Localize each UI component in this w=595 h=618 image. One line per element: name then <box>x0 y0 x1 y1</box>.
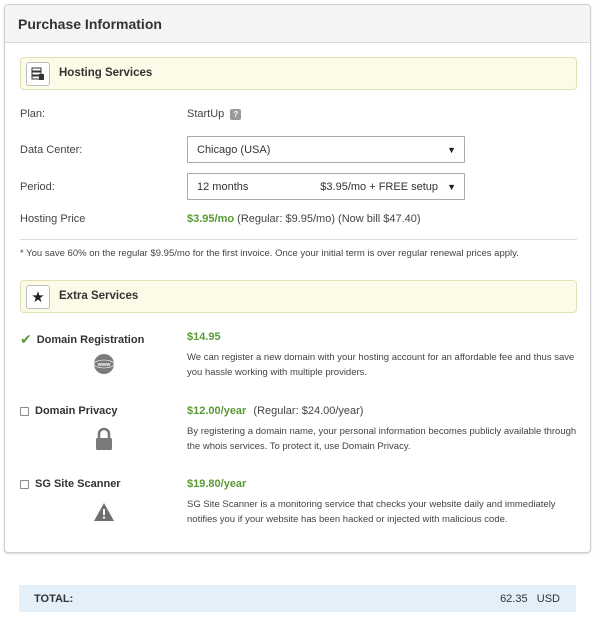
service-name: Domain Privacy <box>35 405 118 417</box>
extra-services-header: ★ Extra Services <box>20 280 577 313</box>
service-description: We can register a new domain with your h… <box>187 352 575 378</box>
period-price: $3.95/mo + FREE setup <box>320 181 438 193</box>
chevron-down-icon: ▼ <box>447 145 456 155</box>
chevron-down-icon: ▼ <box>447 182 456 192</box>
total-amount: 62.35 <box>500 593 528 605</box>
service-name: Domain Registration <box>36 333 145 346</box>
service-domain-registration: ✔ Domain Registration www $14.95 We can … <box>20 331 577 391</box>
service-price: $12.00/year <box>187 405 247 417</box>
checkmark-icon[interactable]: ✔ <box>20 331 32 348</box>
service-price-row: $12.00/year (Regular: $24.00/year) <box>187 405 363 417</box>
hosting-price-detail: (Regular: $9.95/mo) (Now bill $47.40) <box>237 213 421 225</box>
period-label: Period: <box>20 181 55 193</box>
help-icon[interactable]: ? <box>230 108 242 120</box>
data-center-value: Chicago (USA) <box>197 144 271 156</box>
savings-note: * You save 60% on the regular $9.95/mo f… <box>20 248 519 259</box>
divider <box>20 239 577 240</box>
plan-value-wrap: StartUp? <box>187 108 242 120</box>
purchase-information-card: Purchase Information Hosting Services Pl… <box>4 4 591 553</box>
service-name: SG Site Scanner <box>35 478 121 490</box>
data-center-label: Data Center: <box>20 144 83 156</box>
total-amount-wrap: 62.35 USD <box>500 593 560 605</box>
period-select[interactable]: 12 months $3.95/mo + FREE setup ▼ <box>187 173 465 200</box>
server-icon <box>26 62 50 86</box>
plan-label: Plan: <box>20 108 46 120</box>
plan-value: StartUp <box>187 108 225 120</box>
hosting-services-header: Hosting Services <box>20 57 577 90</box>
service-name-wrap[interactable]: Domain Privacy <box>20 405 118 417</box>
hosting-services-title: Hosting Services <box>59 67 153 79</box>
lock-icon <box>93 427 115 454</box>
warning-icon <box>93 502 115 525</box>
total-bar: TOTAL: 62.35 USD <box>19 585 576 612</box>
domain-privacy-checkbox[interactable] <box>20 406 29 416</box>
extra-services-title: Extra Services <box>59 290 139 302</box>
hosting-price-row: $3.95/mo (Regular: $9.95/mo) (Now bill $… <box>187 213 421 225</box>
card-title: Purchase Information <box>5 5 590 43</box>
period-value: 12 months <box>197 181 249 193</box>
hosting-price: $3.95/mo <box>187 213 235 225</box>
total-currency: USD <box>536 593 560 605</box>
www-icon: www <box>93 353 115 378</box>
service-price: $14.95 <box>187 331 221 343</box>
total-label: TOTAL: <box>34 593 74 605</box>
service-description: SG Site Scanner is a monitoring service … <box>187 499 556 525</box>
service-name-wrap[interactable]: ✔ Domain Registration <box>20 331 144 348</box>
service-regular-price: (Regular: $24.00/year) <box>253 405 364 417</box>
service-domain-privacy: Domain Privacy $12.00/year (Regular: $24… <box>20 405 577 465</box>
site-scanner-checkbox[interactable] <box>20 479 29 489</box>
service-name-wrap[interactable]: SG Site Scanner <box>20 478 121 490</box>
svg-text:www: www <box>97 362 112 368</box>
service-sg-site-scanner: SG Site Scanner $19.80/year SG Site Scan… <box>20 478 577 538</box>
service-price: $19.80/year <box>187 478 247 490</box>
data-center-select[interactable]: Chicago (USA) ▼ <box>187 136 465 163</box>
hosting-price-label: Hosting Price <box>20 213 86 225</box>
service-description: By registering a domain name, your perso… <box>187 426 577 452</box>
star-icon: ★ <box>26 285 50 309</box>
